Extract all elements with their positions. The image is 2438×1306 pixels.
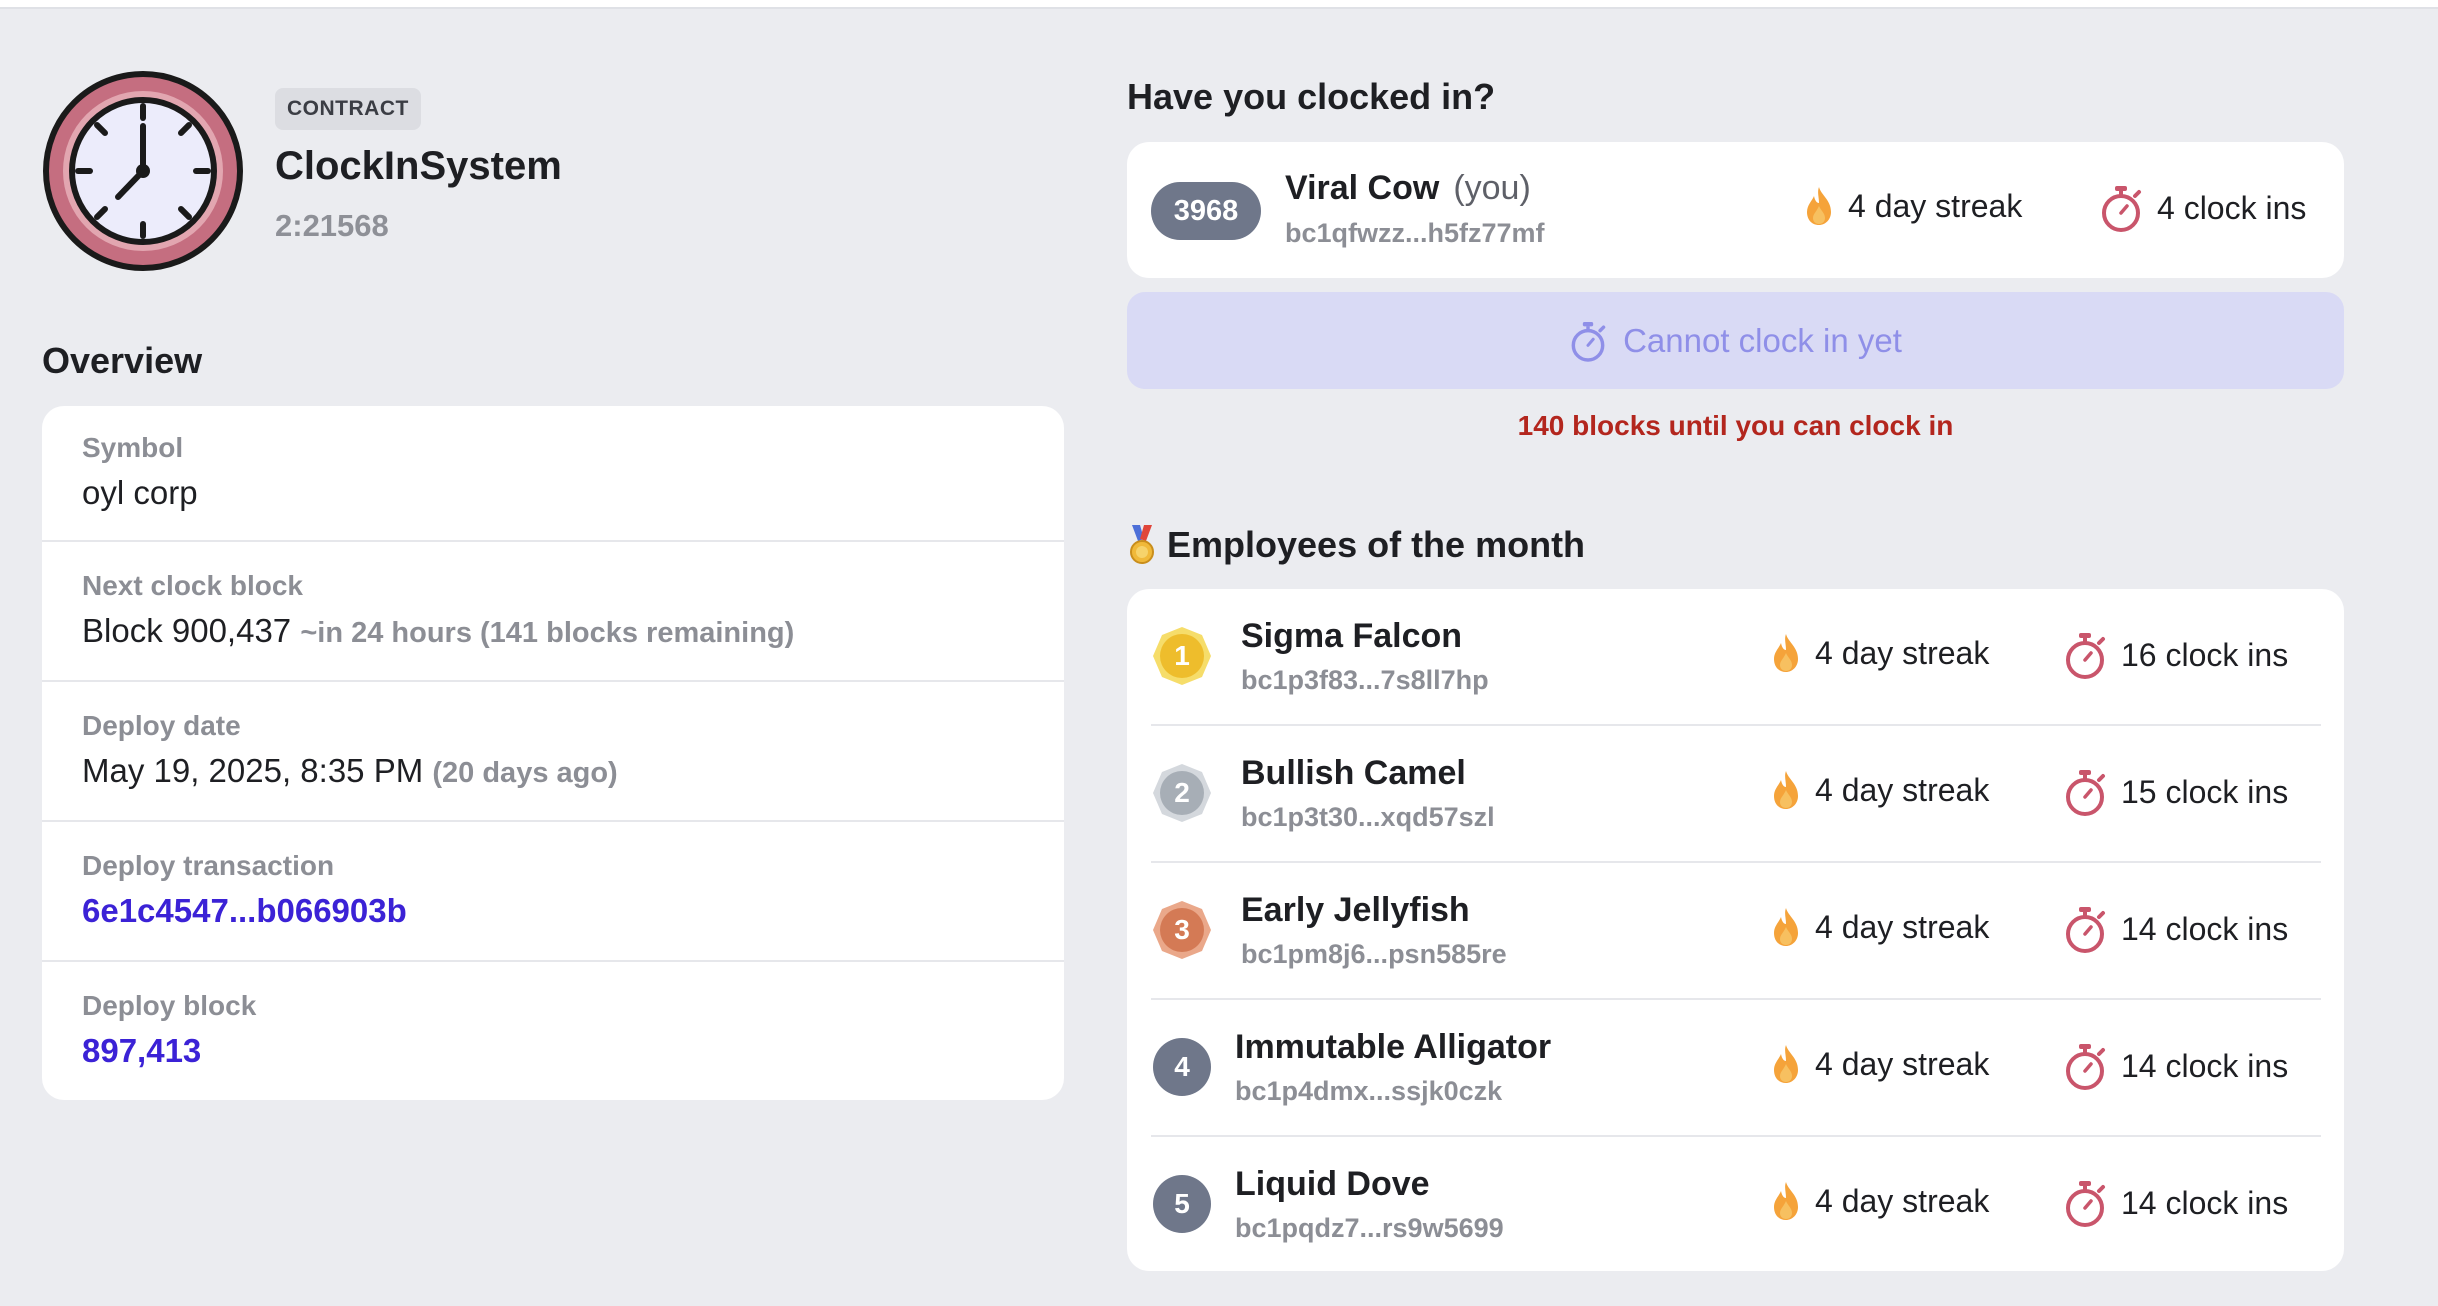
employee-streak: 4 day streak (1771, 1044, 1989, 1084)
fire-icon (1807, 187, 1831, 225)
contract-id: 2:21568 (275, 208, 389, 243)
employee-streak-label: 4 day streak (1815, 1182, 1990, 1219)
clock-in-button-label: Cannot clock in yet (1623, 321, 1902, 359)
employee-name: Sigma Falcon (1241, 617, 1463, 655)
overview-row-symbol: Symbol oyl corp (42, 406, 1064, 542)
next-block-value: Block 900,437 (82, 612, 292, 649)
stopwatch-icon (2066, 1181, 2105, 1227)
rank-number: 4 (1174, 1051, 1190, 1082)
next-block-label: Next clock block (82, 570, 303, 601)
employee-streak: 4 day streak (1771, 1181, 1989, 1221)
my-clock-ins-label: 4 clock ins (2157, 189, 2307, 226)
employee-streak: 4 day streak (1771, 633, 1989, 673)
employee-clock-ins-label: 14 clock ins (2121, 1047, 2289, 1084)
my-name-wrap: Viral Cow (you) (1285, 169, 1531, 208)
employee-row[interactable]: 1 Sigma Falcon bc1p3f83...7s8ll7hp 4 day… (1151, 589, 2321, 726)
employee-address: bc1p3t30...xqd57szl (1241, 802, 1495, 832)
overview-row-next-block: Next clock block Block 900,437 ~in 24 ho… (42, 542, 1064, 682)
deploy-date-sub: (20 days ago) (432, 757, 618, 789)
deploy-block-label: Deploy block (82, 990, 257, 1021)
stopwatch-icon (2066, 907, 2105, 953)
employee-streak: 4 day streak (1771, 907, 1989, 947)
fire-icon (1774, 908, 1798, 946)
employee-streak-label: 4 day streak (1815, 1045, 1990, 1082)
stopwatch-icon (2066, 770, 2105, 816)
contract-name: ClockInSystem (275, 144, 562, 188)
deploy-date-label: Deploy date (82, 710, 241, 741)
my-name: Viral Cow (1285, 169, 1440, 207)
fire-icon (1774, 1182, 1798, 1220)
you-label: (you) (1453, 169, 1531, 207)
employee-name: Liquid Dove (1235, 1165, 1430, 1203)
employee-row[interactable]: 2 Bullish Camel bc1p3t30...xqd57szl 4 da… (1151, 726, 2321, 863)
employee-streak: 4 day streak (1771, 770, 1989, 810)
clockin-title: Have you clocked in? (1127, 76, 1496, 117)
employee-address: bc1p4dmx...ssjk0czk (1235, 1076, 1503, 1106)
employee-address: bc1pqdz7...rs9w5699 (1235, 1213, 1504, 1243)
employee-streak-label: 4 day streak (1815, 908, 1990, 945)
my-status-card: 3968 Viral Cow (you) bc1qfwzz...h5fz77mf … (1127, 142, 2344, 278)
employee-streak-label: 4 day streak (1815, 634, 1990, 671)
employee-clock-ins: 16 clock ins (2063, 631, 2288, 679)
employee-name: Bullish Camel (1241, 754, 1466, 792)
symbol-value: oyl corp (82, 474, 198, 511)
employee-clock-ins-label: 15 clock ins (2121, 773, 2289, 810)
next-block-sub: ~in 24 hours (141 blocks remaining) (300, 617, 795, 649)
stopwatch-icon (1571, 321, 1606, 362)
employee-clock-ins: 14 clock ins (2063, 1179, 2288, 1227)
clock-in-button[interactable]: Cannot clock in yet (1127, 292, 2344, 389)
deploy-block-link[interactable]: 897,413 (82, 1032, 1064, 1070)
employee-name: Early Jellyfish (1241, 891, 1470, 929)
fire-icon (1774, 771, 1798, 809)
employee-name: Immutable Alligator (1235, 1028, 1552, 1066)
overview-row-deploy-tx: Deploy transaction 6e1c4547...b066903b (42, 822, 1064, 962)
overview-row-deploy-block: Deploy block 897,413 (42, 962, 1064, 1100)
clock-icon (43, 71, 243, 271)
stopwatch-icon (2102, 186, 2141, 232)
employee-streak-label: 4 day streak (1815, 771, 1990, 808)
employee-row[interactable]: 5 Liquid Dove bc1pqdz7...rs9w5699 4 day … (1151, 1137, 2321, 1274)
employee-row[interactable]: 4 Immutable Alligator bc1p4dmx...ssjk0cz… (1151, 1000, 2321, 1137)
fire-icon (1774, 634, 1798, 672)
employee-row[interactable]: 3 Early Jellyfish bc1pm8j6...psn585re 4 … (1151, 863, 2321, 1000)
blocks-until-warning: 140 blocks until you can clock in (1517, 410, 1954, 441)
stopwatch-icon (2066, 633, 2105, 679)
employee-address: bc1pm8j6...psn585re (1241, 939, 1507, 969)
employee-clock-ins-label: 14 clock ins (2121, 1184, 2289, 1221)
employee-clock-ins: 14 clock ins (2063, 1042, 2288, 1090)
stopwatch-icon (2066, 1044, 2105, 1090)
deploy-tx-link[interactable]: 6e1c4547...b066903b (82, 892, 1064, 930)
rank-number: 1 (1174, 640, 1190, 671)
employee-clock-ins-label: 16 clock ins (2121, 636, 2289, 673)
employee-clock-ins-label: 14 clock ins (2121, 910, 2289, 947)
contract-header: CONTRACT ClockInSystem 2:21568 (42, 70, 1042, 280)
contract-tag: CONTRACT (275, 88, 421, 130)
my-rank-badge: 3968 (1151, 182, 1261, 240)
fire-icon (1774, 1045, 1798, 1083)
deploy-tx-label: Deploy transaction (82, 850, 335, 881)
employee-address: bc1p3f83...7s8ll7hp (1241, 665, 1489, 695)
employee-clock-ins: 14 clock ins (2063, 905, 2288, 953)
employee-clock-ins: 15 clock ins (2063, 768, 2288, 816)
overview-title: Overview (42, 340, 203, 381)
employees-card: 1 Sigma Falcon bc1p3f83...7s8ll7hp 4 day… (1127, 589, 2344, 1271)
my-address: bc1qfwzz...h5fz77mf (1285, 218, 1545, 248)
rank-number: 2 (1174, 777, 1190, 808)
rank-number: 5 (1174, 1188, 1190, 1219)
employees-title: Employees of the month (1167, 524, 1586, 565)
deploy-date-value-wrap: May 19, 2025, 8:35 PM (20 days ago) (82, 752, 1064, 790)
overview-card: Symbol oyl corp Next clock block Block 9… (42, 406, 1064, 1100)
my-streak: 4 day streak (1804, 186, 2022, 226)
deploy-date-value: May 19, 2025, 8:35 PM (82, 752, 424, 789)
next-block-value-wrap: Block 900,437 ~in 24 hours (141 blocks r… (82, 612, 1064, 650)
top-edge (0, 0, 2438, 9)
medal-icon (1130, 525, 1154, 564)
employees-title-wrap: Employees of the month (1127, 524, 1585, 566)
symbol-label: Symbol (82, 432, 184, 463)
overview-row-deploy-date: Deploy date May 19, 2025, 8:35 PM (20 da… (42, 682, 1064, 822)
my-streak-label: 4 day streak (1848, 187, 2023, 224)
my-clock-ins: 4 clock ins (2099, 184, 2306, 232)
rank-number: 3 (1174, 914, 1190, 945)
